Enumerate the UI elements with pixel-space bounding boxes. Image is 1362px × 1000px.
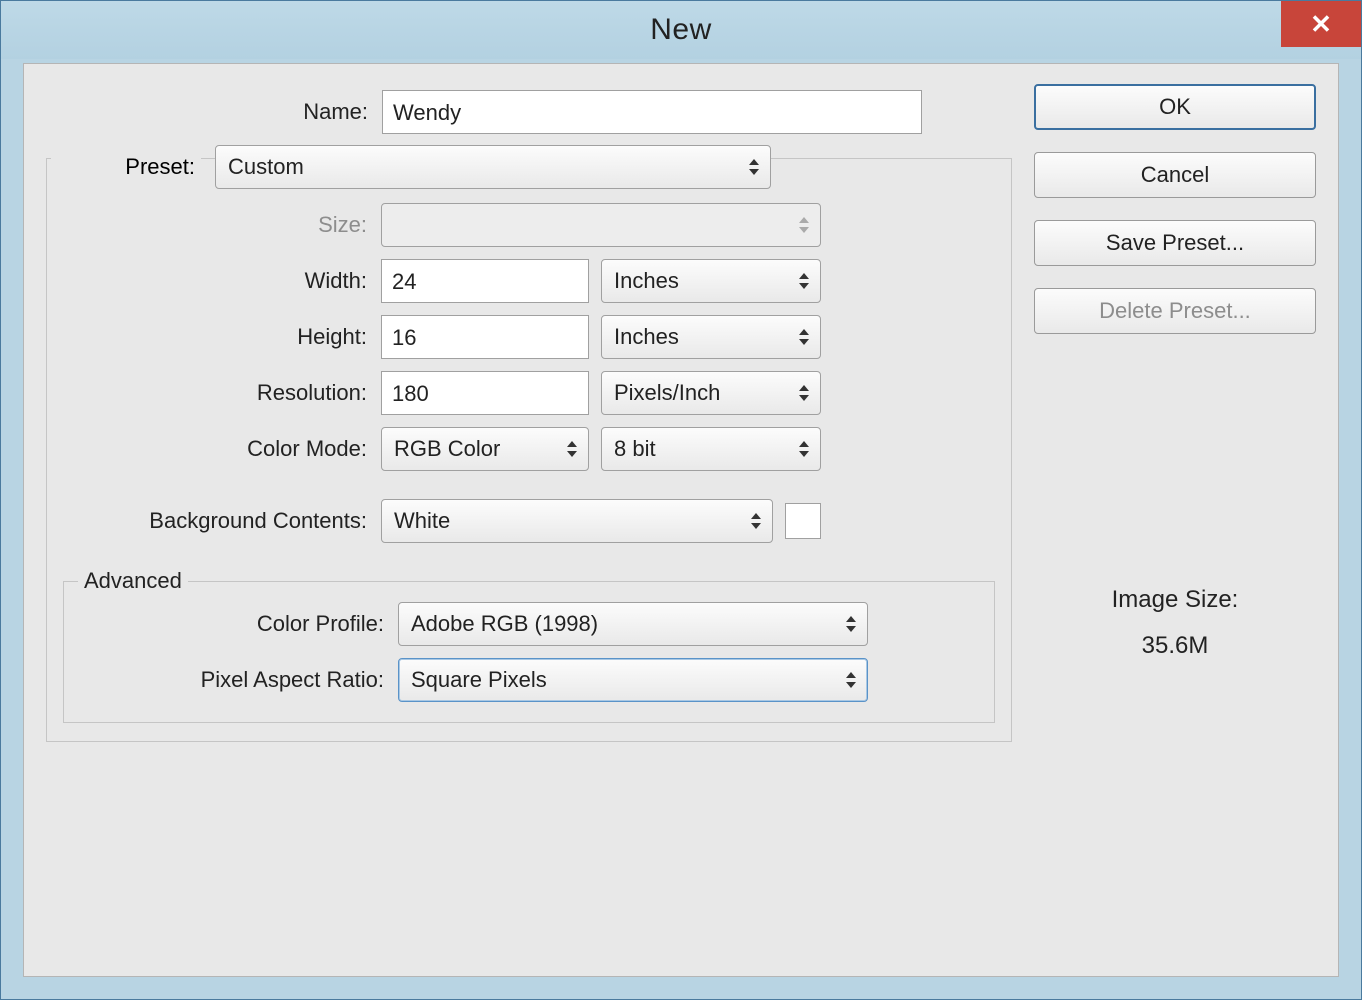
- width-label: Width:: [63, 268, 367, 294]
- background-contents-label: Background Contents:: [63, 508, 367, 534]
- background-contents-select[interactable]: White: [381, 499, 773, 543]
- new-document-dialog: New ✕ Name: Wendy Preset: Custom: [0, 0, 1362, 1000]
- save-preset-button[interactable]: Save Preset...: [1034, 220, 1316, 266]
- background-color-swatch[interactable]: [785, 503, 821, 539]
- pixel-aspect-ratio-row: Pixel Aspect Ratio: Square Pixels: [80, 652, 978, 708]
- spinner-icon: [564, 438, 580, 460]
- form-left-column: Name: Wendy Preset: Custom Size:: [46, 84, 1012, 958]
- spinner-icon: [843, 669, 859, 691]
- button-column: OK Cancel Save Preset... Delete Preset..…: [1034, 84, 1316, 958]
- color-profile-row: Color Profile: Adobe RGB (1998): [80, 596, 978, 652]
- resolution-row: Resolution: 180 Pixels/Inch: [63, 365, 995, 421]
- preset-label: Preset:: [51, 154, 201, 180]
- spinner-icon: [796, 382, 812, 404]
- delete-preset-button: Delete Preset...: [1034, 288, 1316, 334]
- titlebar: New ✕: [1, 1, 1361, 59]
- close-button[interactable]: ✕: [1281, 1, 1361, 47]
- color-mode-select[interactable]: RGB Color: [381, 427, 589, 471]
- color-profile-label: Color Profile:: [80, 611, 384, 637]
- ok-button[interactable]: OK: [1034, 84, 1316, 130]
- preset-select[interactable]: Custom: [215, 145, 771, 189]
- width-row: Width: 24 Inches: [63, 253, 995, 309]
- image-size-label: Image Size:: [1034, 586, 1316, 614]
- close-icon: ✕: [1310, 11, 1332, 37]
- preset-fieldset: Preset: Custom Size:: [46, 158, 1012, 742]
- name-input[interactable]: Wendy: [382, 90, 922, 134]
- height-label: Height:: [63, 324, 367, 350]
- spinner-icon: [746, 156, 762, 178]
- size-select: [381, 203, 821, 247]
- advanced-legend: Advanced: [78, 568, 188, 594]
- dialog-client-area: Name: Wendy Preset: Custom Size:: [23, 63, 1339, 977]
- background-contents-row: Background Contents: White: [63, 493, 995, 549]
- spinner-icon: [748, 510, 764, 532]
- size-label: Size:: [63, 212, 367, 238]
- pixel-aspect-ratio-select[interactable]: Square Pixels: [398, 658, 868, 702]
- width-input[interactable]: 24: [381, 259, 589, 303]
- spinner-icon: [796, 270, 812, 292]
- cancel-button[interactable]: Cancel: [1034, 152, 1316, 198]
- name-label: Name:: [46, 99, 368, 125]
- spinner-icon: [796, 326, 812, 348]
- color-profile-select[interactable]: Adobe RGB (1998): [398, 602, 868, 646]
- image-size-value: 35.6M: [1034, 632, 1316, 660]
- name-row: Name: Wendy: [46, 84, 1012, 140]
- pixel-aspect-ratio-label: Pixel Aspect Ratio:: [80, 667, 384, 693]
- resolution-unit-select[interactable]: Pixels/Inch: [601, 371, 821, 415]
- spinner-icon: [796, 438, 812, 460]
- color-depth-select[interactable]: 8 bit: [601, 427, 821, 471]
- size-row: Size:: [63, 197, 995, 253]
- height-input[interactable]: 16: [381, 315, 589, 359]
- height-row: Height: 16 Inches: [63, 309, 995, 365]
- resolution-label: Resolution:: [63, 380, 367, 406]
- spinner-icon: [843, 613, 859, 635]
- advanced-fieldset: Advanced Color Profile: Adobe RGB (1998): [63, 581, 995, 723]
- image-size-display: Image Size: 35.6M: [1034, 586, 1316, 660]
- spinner-icon: [796, 214, 812, 236]
- color-mode-row: Color Mode: RGB Color 8 bit: [63, 421, 995, 477]
- color-mode-label: Color Mode:: [63, 436, 367, 462]
- height-unit-select[interactable]: Inches: [601, 315, 821, 359]
- window-title: New: [650, 13, 712, 47]
- width-unit-select[interactable]: Inches: [601, 259, 821, 303]
- resolution-input[interactable]: 180: [381, 371, 589, 415]
